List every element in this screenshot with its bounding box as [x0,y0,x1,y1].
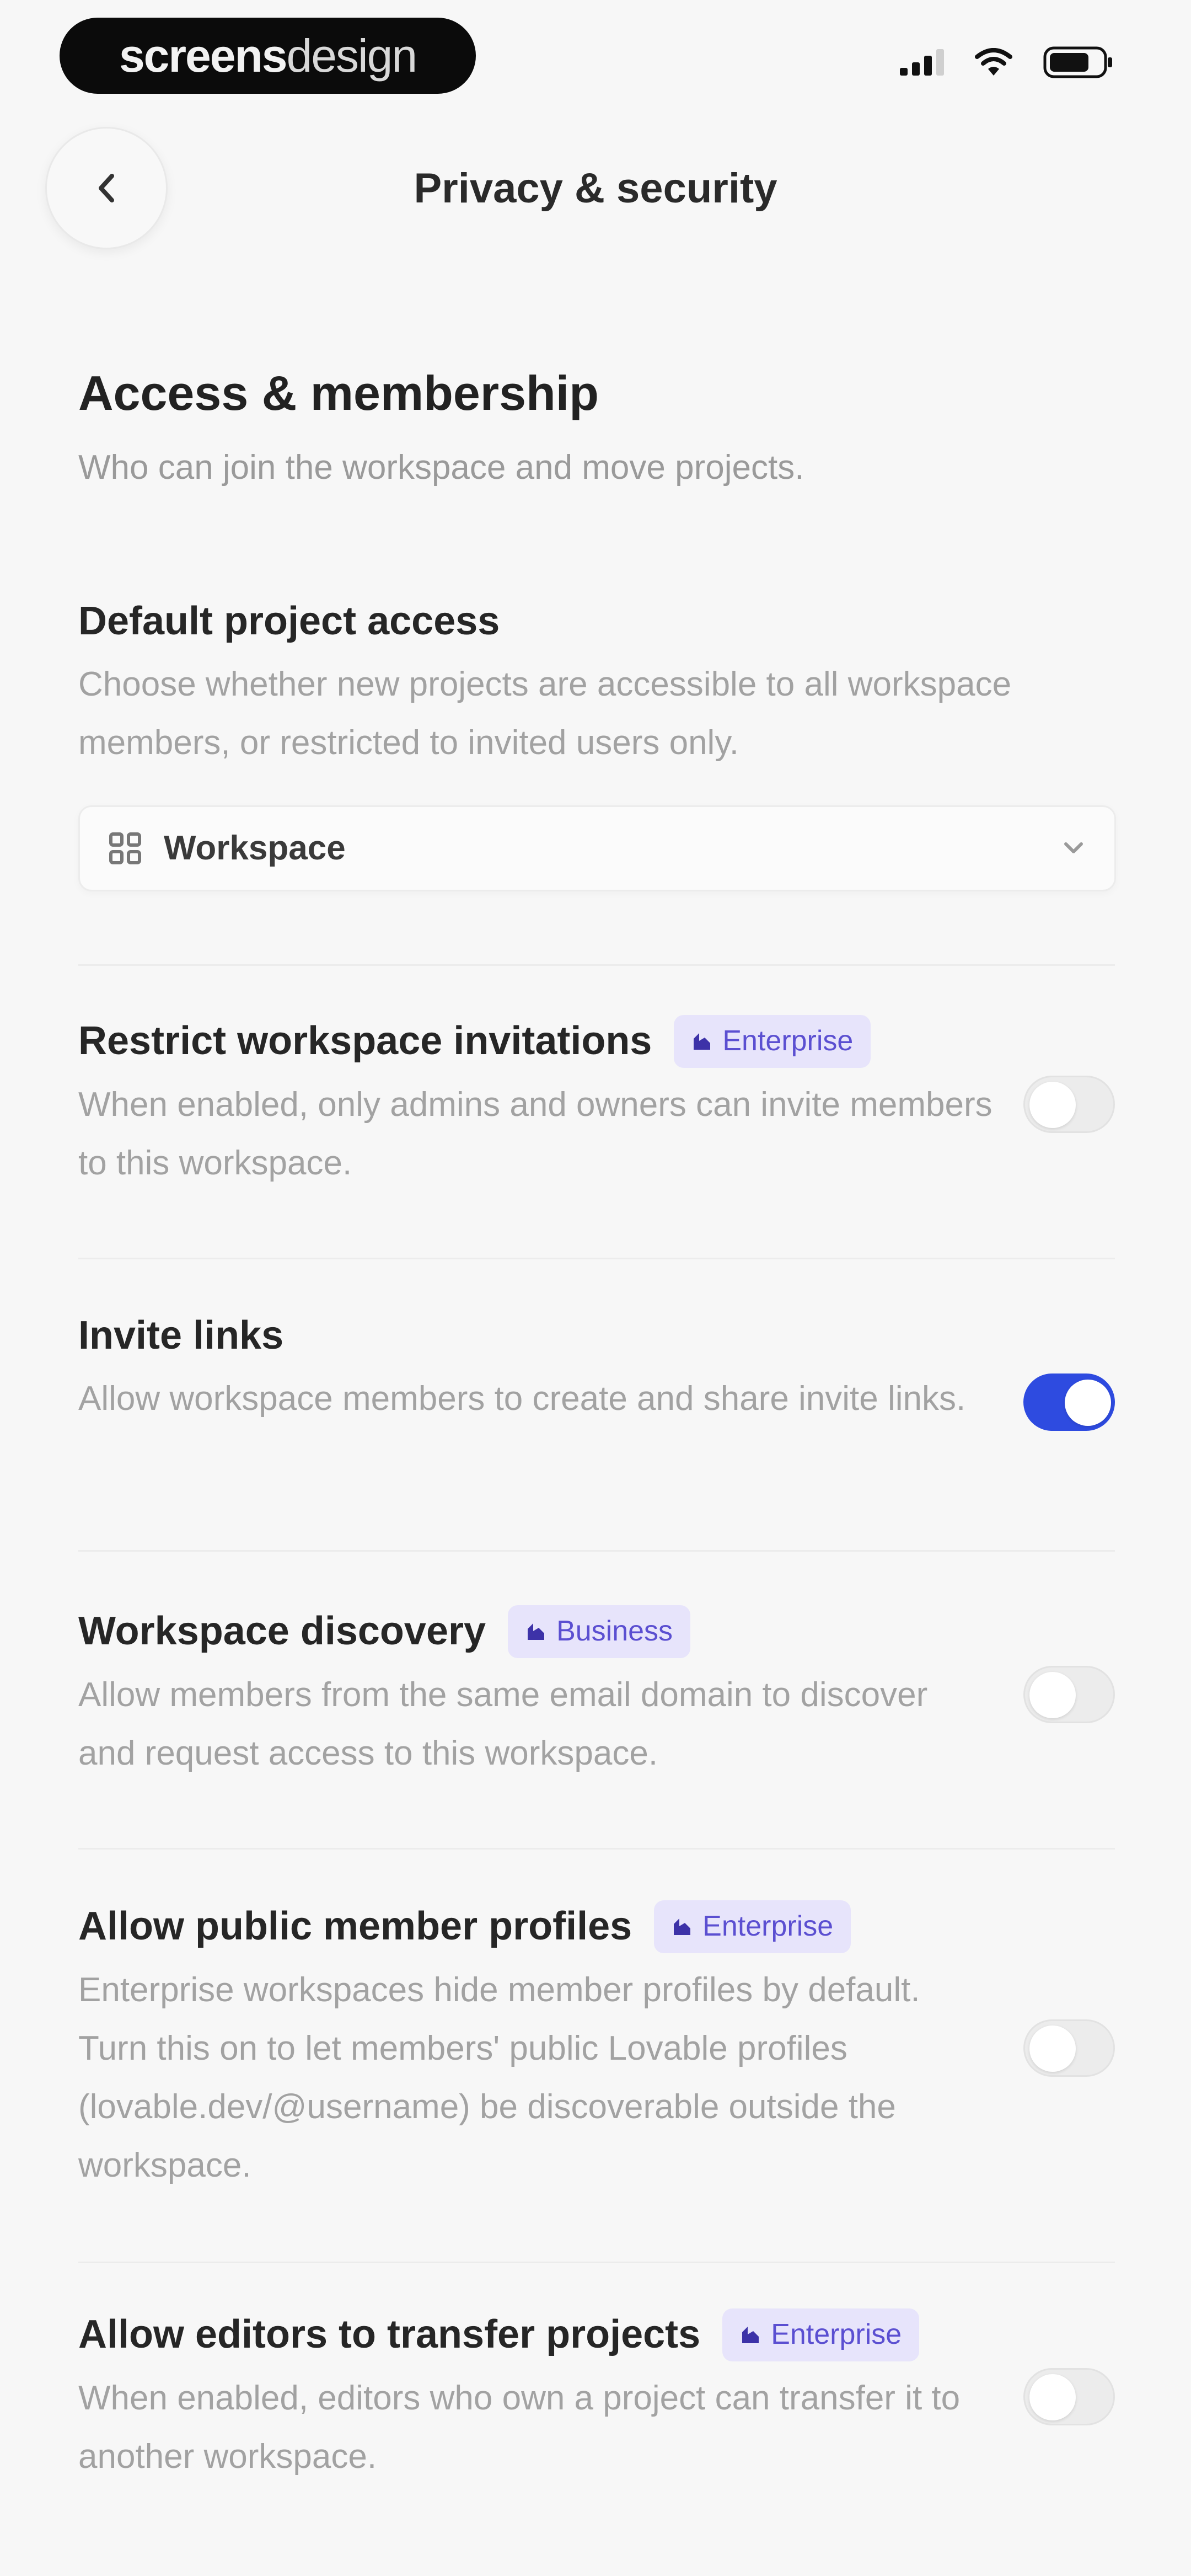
project-access-select-value: Workspace [164,829,346,868]
setting-title: Allow public member profiles Enterprise [78,1900,994,1953]
toggle-knob [1029,2374,1076,2420]
workspace-discovery-toggle[interactable] [1023,1666,1115,1723]
toggle-knob [1029,1672,1076,1718]
invite-links-toggle[interactable] [1023,1373,1115,1431]
divider [78,1848,1115,1850]
plan-badge: Enterprise [674,1015,871,1068]
wifi-icon [975,48,1012,76]
default-project-access-description: Choose whether new projects are accessib… [78,665,1012,762]
battery-icon [1043,46,1112,78]
setting-title-text: Allow public member profiles [78,1904,632,1949]
plan-badge: Enterprise [654,1900,851,1953]
setting-title: Invite links [78,1310,994,1362]
setting-text: Allow editors to transfer projects Enter… [78,2308,994,2486]
setting-description: Allow workspace members to create and sh… [78,1379,966,1418]
brand-logo-bold: screens [119,29,288,82]
setting-invite-links: Invite links Allow workspace members to … [78,1310,1115,1431]
setting-description: Allow members from the same email domain… [78,1676,928,1772]
public-member-profiles-toggle[interactable] [1023,2019,1115,2077]
setting-title: Allow editors to transfer projects Enter… [78,2308,994,2361]
divider [78,964,1115,966]
brand-logo-light: design [286,29,418,82]
plan-badge: Enterprise [722,2308,920,2361]
setting-text: Restrict workspace invitations Enterpris… [78,1015,994,1193]
editors-transfer-projects-toggle[interactable] [1023,2368,1115,2425]
settings-content: Access & membership Who can join the wor… [78,364,1116,2476]
plan-badge-label: Enterprise [722,1025,854,1057]
setting-description: When enabled, only admins and owners can… [78,1086,993,1182]
project-access-select[interactable]: Workspace [78,805,1116,891]
page-title: Privacy & security [414,165,777,212]
toggle-knob [1029,1082,1076,1128]
plan-badge-label: Enterprise [771,2318,902,2351]
default-project-access: Default project access Choose whether ne… [78,596,1116,891]
setting-title-text: Workspace discovery [78,1609,486,1654]
setting-text: Workspace discovery Business Allow membe… [78,1605,994,1783]
divider [78,2262,1115,2263]
setting-title: Workspace discovery Business [78,1605,994,1658]
setting-restrict-invitations: Restrict workspace invitations Enterpris… [78,1015,1115,1193]
setting-description: When enabled, editors who own a project … [78,2379,961,2476]
default-project-access-title: Default project access [78,599,500,643]
divider [78,1258,1115,1259]
setting-public-member-profiles: Allow public member profiles Enterprise … [78,1900,1115,2195]
plan-badge-icon [528,1623,545,1640]
plan-badge-icon [674,1918,691,1935]
setting-description: Enterprise workspaces hide member profil… [78,1971,920,2184]
plan-badge-icon [742,2327,759,2343]
toggle-knob [1029,2025,1076,2072]
section-title: Access & membership [78,366,599,420]
setting-title-text: Allow editors to transfer projects [78,2312,701,2357]
status-icons [900,46,1114,78]
restrict-invitations-toggle[interactable] [1023,1076,1115,1133]
setting-title: Restrict workspace invitations Enterpris… [78,1015,994,1068]
setting-title-text: Restrict workspace invitations [78,1019,652,1063]
privacy-security-screen: screens design Privacy & security Access… [0,0,1191,2576]
section-description: Who can join the workspace and move proj… [78,448,804,487]
setting-workspace-discovery: Workspace discovery Business Allow membe… [78,1605,1115,1783]
chevron-down-icon [1064,842,1083,853]
divider [78,1550,1115,1552]
plan-badge: Business [508,1605,691,1658]
setting-title-text: Invite links [78,1313,284,1358]
setting-editors-transfer-projects: Allow editors to transfer projects Enter… [78,2308,1115,2486]
plan-badge-label: Enterprise [702,1910,834,1943]
plan-badge-icon [694,1033,711,1050]
header: Privacy & security [0,127,1191,259]
plan-badge-label: Business [556,1615,673,1648]
toggle-knob [1065,1380,1111,1426]
brand-logo: screens design [60,18,476,94]
setting-text: Invite links Allow workspace members to … [78,1310,994,1428]
signal-icon [900,49,944,76]
setting-text: Allow public member profiles Enterprise … [78,1900,994,2195]
status-bar: screens design [0,0,1191,110]
grid-icon [109,832,141,864]
